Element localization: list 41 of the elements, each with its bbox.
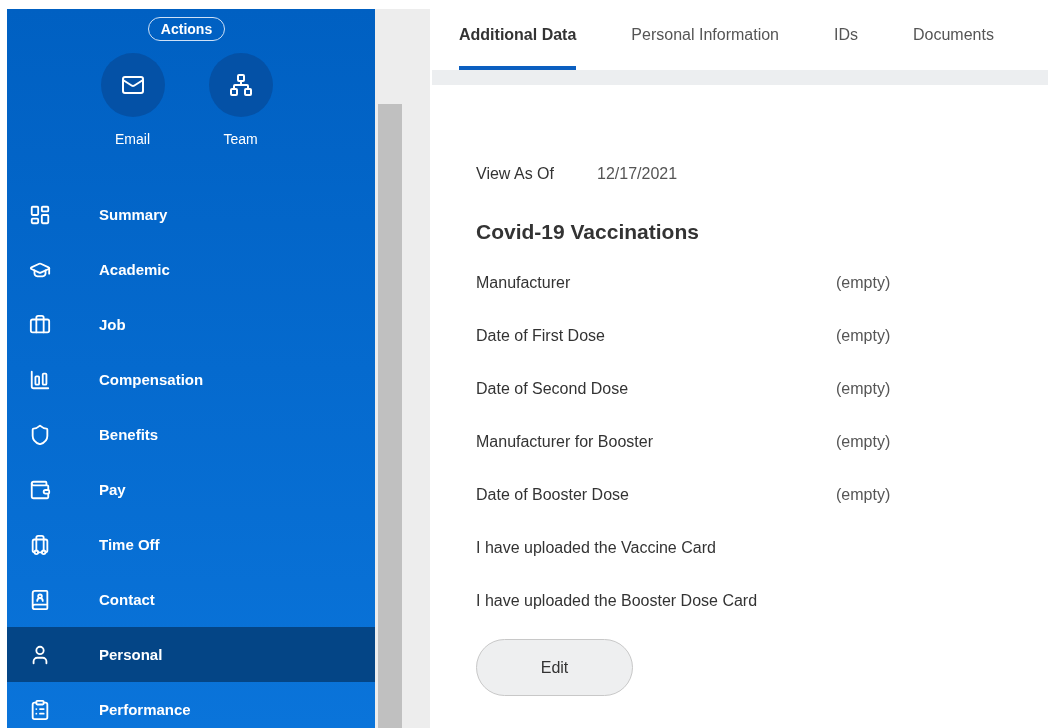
- nav-item[interactable]: Compensation: [7, 352, 375, 407]
- nav-item[interactable]: Contact: [7, 572, 375, 627]
- field-label: Date of Second Dose: [476, 379, 630, 398]
- field-value: (empty): [836, 326, 891, 345]
- nav-item[interactable]: Summary: [7, 187, 375, 242]
- tab[interactable]: Additional Data: [459, 0, 577, 70]
- nav-item[interactable]: Personal: [7, 627, 375, 682]
- nav-item[interactable]: Pay: [7, 462, 375, 517]
- clipboard-icon: [29, 698, 51, 721]
- nav-item[interactable]: Academic: [7, 242, 375, 297]
- nav-item[interactable]: Job: [7, 297, 375, 352]
- edit-button[interactable]: Edit: [476, 639, 633, 696]
- nav-item[interactable]: Time Off: [7, 517, 375, 572]
- date-value: 12/17/2021: [597, 164, 678, 183]
- team-icon: [228, 73, 253, 97]
- field-label: View As Of: [476, 164, 555, 183]
- field-value: (empty): [836, 485, 891, 504]
- field-value: (empty): [836, 379, 891, 398]
- field-label: Manufacturer: [476, 273, 572, 292]
- nav-item[interactable]: Performance: [7, 682, 375, 728]
- scrollbar-thumb[interactable]: [378, 104, 402, 728]
- field-label: I have uploaded the Vaccine Card: [476, 538, 717, 557]
- tab[interactable]: Documents: [913, 0, 994, 70]
- field-value: (empty): [836, 273, 891, 292]
- field-label: Manufacturer for Booster: [476, 432, 654, 451]
- section-title: Covid-19 Vaccinations: [476, 220, 700, 244]
- field-value: (empty): [836, 432, 891, 451]
- wallet-icon: [29, 478, 51, 501]
- grid-icon: [29, 203, 51, 226]
- tab[interactable]: IDs: [834, 0, 858, 70]
- chart-icon: [29, 368, 51, 391]
- tab[interactable]: Personal Information: [631, 0, 779, 70]
- field-label: Date of Booster Dose: [476, 485, 630, 504]
- nav-item[interactable]: Benefits: [7, 407, 375, 462]
- briefcase-icon: [29, 313, 51, 336]
- contact-book-icon: [29, 588, 51, 611]
- field-label: Date of First Dose: [476, 326, 606, 345]
- email-icon: [120, 73, 145, 97]
- luggage-icon: [29, 533, 51, 556]
- field-label: I have uploaded the Booster Dose Card: [476, 591, 759, 610]
- shield-icon: [29, 423, 51, 446]
